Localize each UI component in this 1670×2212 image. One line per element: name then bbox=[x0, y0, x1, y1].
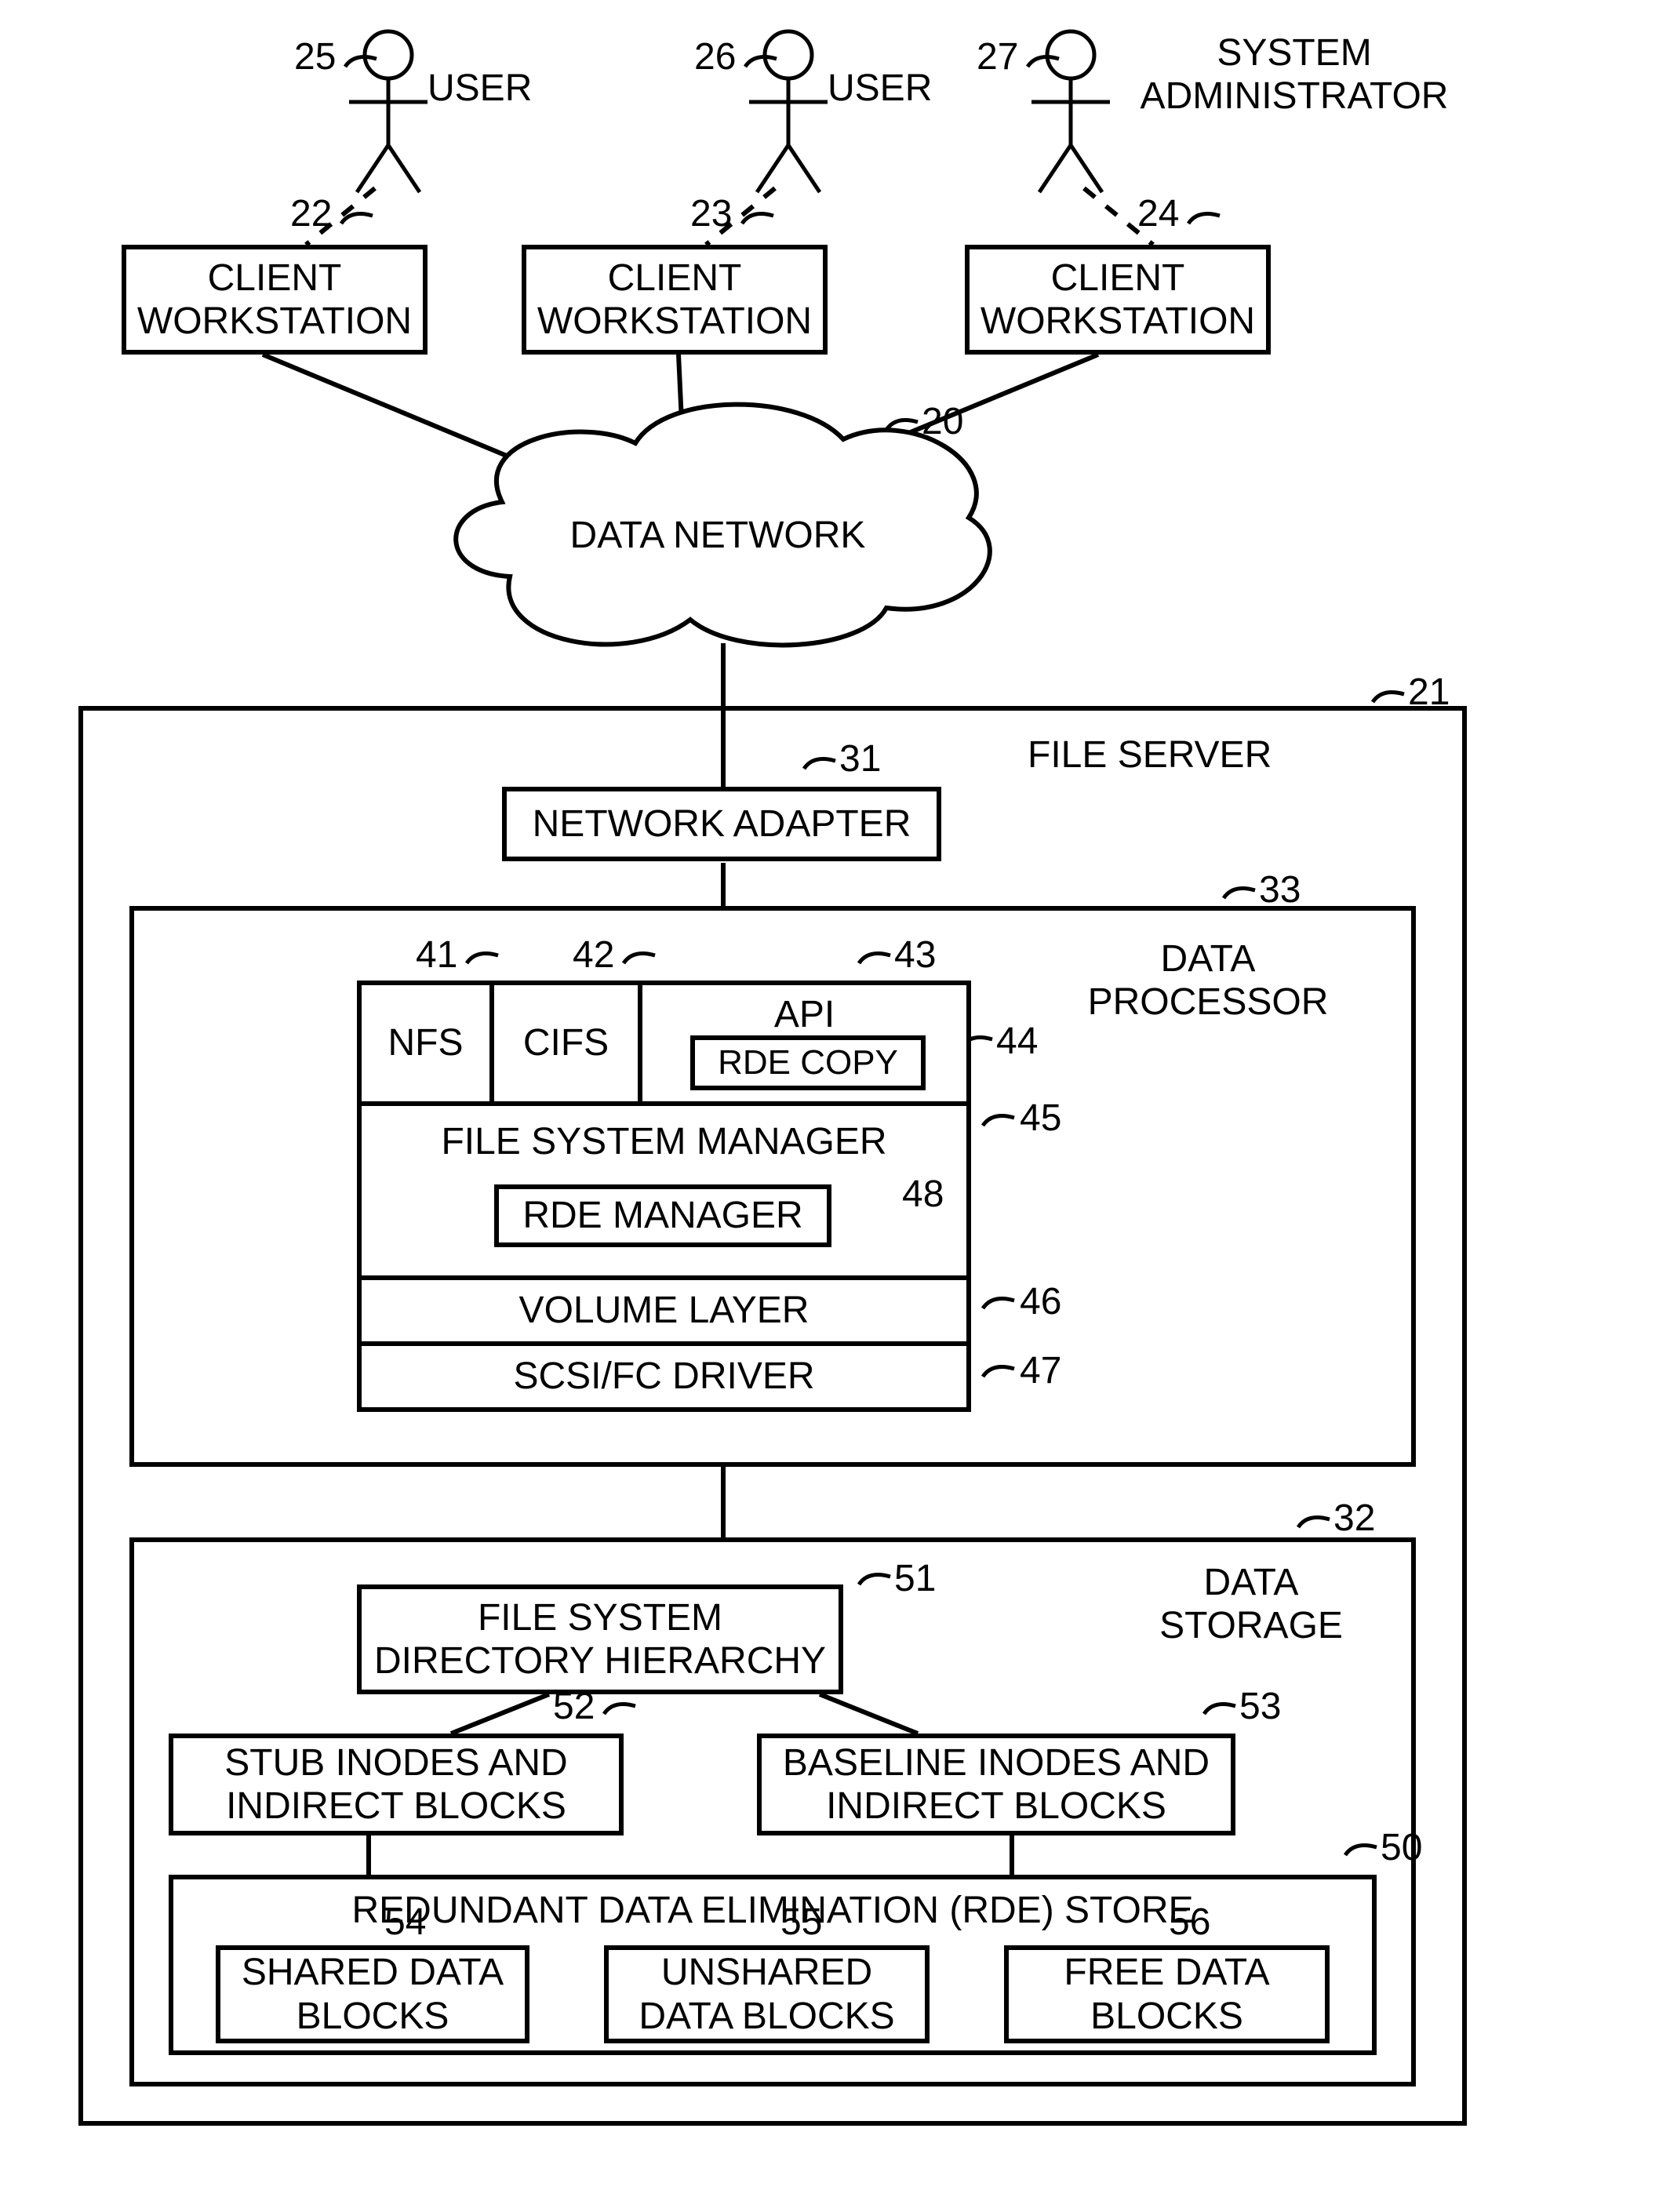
shared-data-blocks: SHARED DATA BLOCKS bbox=[216, 1945, 529, 2043]
actor-role: SYSTEM ADMINISTRATOR bbox=[1114, 31, 1475, 118]
ref-num: 53 bbox=[1239, 1685, 1281, 1728]
data-storage-label: DATA STORAGE bbox=[1122, 1561, 1381, 1647]
unshared-data-blocks: UNSHARED DATA BLOCKS bbox=[604, 1945, 930, 2043]
ref-num: 31 bbox=[839, 737, 881, 780]
ref-num: 51 bbox=[894, 1557, 936, 1600]
ref-num: 24 bbox=[1137, 192, 1179, 235]
scsi-fc-driver: SCSI/FC DRIVER bbox=[357, 1341, 971, 1412]
ref-num: 52 bbox=[553, 1685, 595, 1728]
ref-num: 47 bbox=[1020, 1349, 1061, 1392]
stub-inodes: STUB INODES AND INDIRECT BLOCKS bbox=[169, 1734, 624, 1835]
ref-num: 48 bbox=[902, 1173, 944, 1216]
ref-num: 21 bbox=[1408, 671, 1450, 714]
ref-num: 56 bbox=[1169, 1901, 1210, 1944]
ref-num: 23 bbox=[690, 192, 732, 235]
cifs-box: CIFS bbox=[489, 980, 642, 1106]
ref-num: 42 bbox=[573, 933, 614, 977]
nfs-box: NFS bbox=[357, 980, 494, 1106]
ref-num: 32 bbox=[1333, 1497, 1375, 1540]
rde-manager: RDE MANAGER bbox=[494, 1184, 831, 1247]
actor-role: USER bbox=[428, 67, 532, 110]
user-icon bbox=[749, 31, 828, 192]
data-network-label: DATA NETWORK bbox=[549, 514, 886, 557]
network-adapter: NETWORK ADAPTER bbox=[502, 787, 941, 861]
fs-directory-hierarchy: FILE SYSTEM DIRECTORY HIERARCHY bbox=[357, 1584, 843, 1694]
ref-num: 22 bbox=[290, 192, 332, 235]
volume-layer: VOLUME LAYER bbox=[357, 1275, 971, 1346]
ref-num: 45 bbox=[1020, 1097, 1061, 1140]
ref-num: 33 bbox=[1259, 868, 1301, 911]
ref-num: 41 bbox=[416, 933, 457, 977]
ref-num: 46 bbox=[1020, 1280, 1061, 1323]
ref-num: 43 bbox=[894, 933, 936, 977]
ref-num: 44 bbox=[996, 1020, 1038, 1063]
ref-num: 54 bbox=[384, 1901, 426, 1944]
user-icon bbox=[349, 31, 428, 192]
client-workstation: CLIENT WORKSTATION bbox=[965, 245, 1271, 355]
data-processor-label: DATA PROCESSOR bbox=[1043, 937, 1373, 1024]
file-server-label: FILE SERVER bbox=[1028, 733, 1272, 777]
ref-num: 50 bbox=[1381, 1826, 1422, 1869]
free-data-blocks: FREE DATA BLOCKS bbox=[1004, 1945, 1330, 2043]
api-label: API bbox=[774, 993, 835, 1036]
user-icon bbox=[1031, 31, 1110, 192]
baseline-inodes: BASELINE INODES AND INDIRECT BLOCKS bbox=[757, 1734, 1235, 1835]
ref-num: 27 bbox=[977, 35, 1018, 78]
ref-num: 20 bbox=[922, 400, 963, 443]
client-workstation: CLIENT WORKSTATION bbox=[522, 245, 828, 355]
ref-num: 25 bbox=[294, 35, 336, 78]
ref-num: 55 bbox=[780, 1901, 822, 1944]
ref-num: 26 bbox=[694, 35, 736, 78]
rde-store-label: REDUNDANT DATA ELIMINATION (RDE) STORE bbox=[352, 1889, 1194, 1932]
actor-role: USER bbox=[828, 67, 932, 110]
client-workstation: CLIENT WORKSTATION bbox=[122, 245, 428, 355]
fsm-label: FILE SYSTEM MANAGER bbox=[441, 1120, 886, 1163]
rde-copy-box: RDE COPY bbox=[690, 1035, 926, 1090]
